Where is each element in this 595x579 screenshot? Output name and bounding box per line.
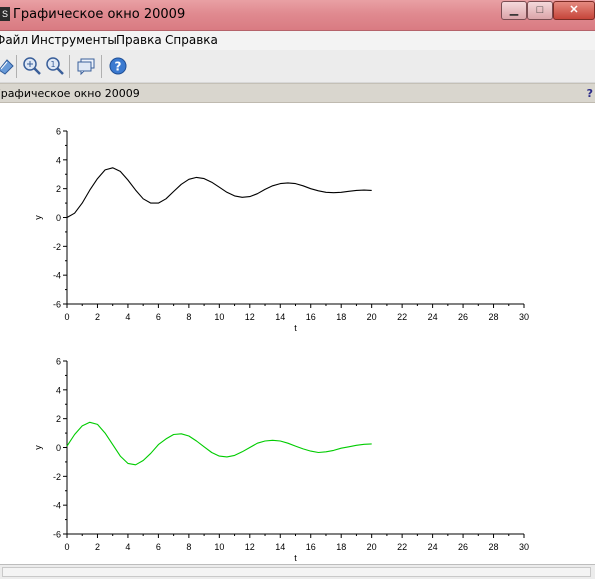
- x-axis-label: t: [294, 553, 297, 563]
- maximize-button[interactable]: □: [527, 1, 553, 20]
- x-tick-label: 14: [275, 542, 285, 552]
- x-tick-label: 8: [186, 312, 191, 322]
- x-tick-label: 26: [458, 312, 468, 322]
- y-tick-label: 0: [56, 213, 61, 223]
- y-tick-label: -6: [53, 530, 61, 540]
- status-bar: [0, 564, 595, 579]
- panel-title: Графическое окно 20009: [0, 87, 140, 100]
- x-tick-label: 6: [156, 312, 161, 322]
- toolbar-separator: [69, 55, 70, 78]
- svg-text:1: 1: [51, 60, 56, 69]
- y-axis-label: y: [33, 215, 43, 220]
- x-tick-label: 26: [458, 542, 468, 552]
- menu-tools[interactable]: Инструменты: [31, 33, 117, 47]
- menu-bar: Файл Инструменты Правка Справка: [0, 31, 595, 50]
- x-tick-label: 0: [64, 542, 69, 552]
- panel-header: Графическое окно 20009 ?: [0, 83, 595, 103]
- x-axis-label: t: [294, 323, 297, 333]
- zoom-reset-icon[interactable]: 1: [45, 56, 65, 76]
- x-tick-label: 8: [186, 542, 191, 552]
- toolbar-separator: [16, 55, 17, 78]
- y-tick-label: 2: [56, 414, 61, 424]
- y-tick-label: 2: [56, 184, 61, 194]
- x-tick-label: 30: [519, 542, 529, 552]
- toolbar: 1 ?: [0, 50, 595, 83]
- toolbar-separator: [101, 55, 102, 78]
- x-tick-label: 24: [428, 312, 438, 322]
- datatip-icon[interactable]: [76, 56, 96, 76]
- menu-help[interactable]: Справка: [165, 33, 218, 47]
- plot-canvas[interactable]: -6 -4 -2 0 2 4 6 0 2 4 6 8 10 12 14 16 18 20 22 24 26 28 30 y t -…: [0, 103, 595, 564]
- svg-text:?: ?: [115, 60, 122, 74]
- x-tick-label: 10: [214, 312, 224, 322]
- x-tick-label: 28: [489, 542, 499, 552]
- x-tick-label: 14: [275, 312, 285, 322]
- x-tick-label: 22: [397, 542, 407, 552]
- rotate-icon[interactable]: [0, 56, 16, 76]
- x-tick-label: 10: [214, 542, 224, 552]
- x-tick-label: 0: [64, 312, 69, 322]
- x-tick-label: 6: [156, 542, 161, 552]
- x-tick-label: 16: [306, 312, 316, 322]
- series-line: [66, 421, 372, 466]
- x-tick-label: 28: [489, 312, 499, 322]
- x-tick-label: 12: [245, 542, 255, 552]
- help-icon[interactable]: ?: [108, 56, 128, 76]
- y-tick-label: 4: [56, 385, 61, 395]
- y-tick-label: 6: [56, 357, 61, 367]
- x-tick-label: 30: [519, 312, 529, 322]
- plots-svg: -6-4-202460 2 4 6 8 10 12 14 16 18 20 22 24 26 28 30yt-…: [33, 127, 529, 564]
- panel-help-button[interactable]: ?: [587, 87, 593, 100]
- scilab-window-icon: S: [0, 7, 10, 21]
- x-tick-label: 2: [95, 312, 100, 322]
- x-tick-label: 22: [397, 312, 407, 322]
- y-axis-label: y: [33, 445, 43, 450]
- x-tick-label: 16: [306, 542, 316, 552]
- y-tick-label: -4: [53, 271, 61, 281]
- window-title: Графическое окно 20009: [13, 7, 186, 22]
- close-button[interactable]: ✕: [553, 1, 595, 20]
- y-tick-label: -4: [53, 501, 61, 511]
- x-tick-label: 2: [95, 542, 100, 552]
- x-tick-label: 18: [336, 312, 346, 322]
- series-line: [66, 167, 372, 218]
- y-tick-label: -6: [53, 300, 61, 310]
- menu-file[interactable]: Файл: [0, 33, 28, 47]
- x-tick-label: 4: [125, 542, 130, 552]
- x-tick-label: 12: [245, 312, 255, 322]
- x-tick-label: 4: [125, 312, 130, 322]
- title-bar: S Графическое окно 20009 ▁ □ ✕: [0, 0, 595, 31]
- y-tick-label: -2: [53, 242, 61, 252]
- y-tick-label: -2: [53, 472, 61, 482]
- zoom-icon[interactable]: [22, 56, 42, 76]
- x-tick-label: 24: [428, 542, 438, 552]
- minimize-button[interactable]: ▁: [501, 1, 527, 20]
- x-tick-label: 18: [336, 542, 346, 552]
- x-tick-label: 20: [367, 542, 377, 552]
- status-field: [2, 567, 591, 577]
- y-tick-label: 6: [56, 127, 61, 137]
- y-tick-label: 0: [56, 443, 61, 453]
- menu-edit[interactable]: Правка: [116, 33, 162, 47]
- y-tick-label: 4: [56, 155, 61, 165]
- x-tick-label: 20: [367, 312, 377, 322]
